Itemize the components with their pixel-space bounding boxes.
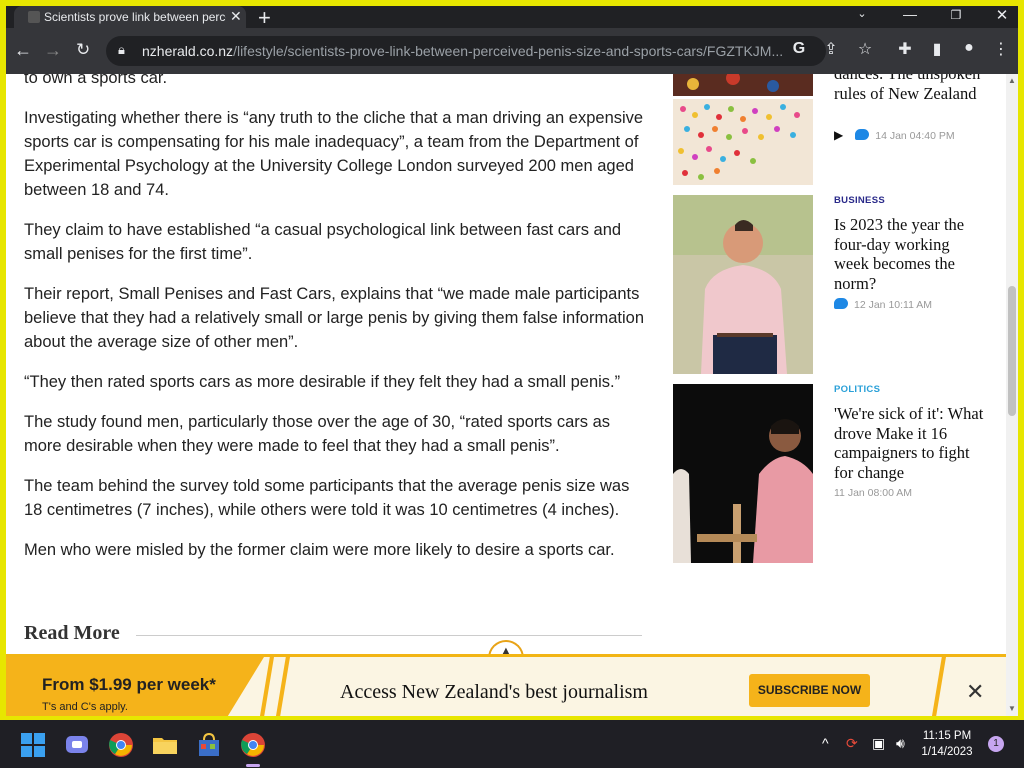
- sidebar-timestamp: 12 Jan 10:11 AM: [854, 299, 933, 311]
- chrome-active-icon[interactable]: [240, 732, 266, 758]
- clock-time: 11:15 PM: [922, 730, 972, 742]
- browser-window: Scientists prove link between perceived …: [6, 6, 1018, 716]
- thumbnail-image[interactable]: [673, 195, 813, 374]
- sidebar-headline[interactable]: Is 2023 the year the four-day working we…: [834, 215, 984, 293]
- browser-toolbar: ← → ↻ 🔒︎ nzherald.co.nz/lifestyle/scient…: [6, 28, 1018, 74]
- banner-pitch: Access New Zealand's best journalism: [340, 681, 648, 703]
- article-paragraph: Men who were misled by the former claim …: [24, 541, 615, 559]
- banner-terms[interactable]: T's and C's apply.: [42, 701, 128, 713]
- extensions-icon[interactable]: ✚: [894, 39, 916, 59]
- article-paragraph: “They then rated sports cars as more des…: [24, 373, 621, 391]
- url-text[interactable]: nzherald.co.nz/lifestyle/scientists-prov…: [142, 43, 782, 59]
- sidebar-headline[interactable]: 'We're sick of it': What drove Make it 1…: [834, 404, 984, 482]
- category-label[interactable]: BUSINESS: [834, 195, 885, 206]
- sidebar-headline[interactable]: dances: The unspoken rules of New Zealan…: [834, 74, 984, 103]
- tab-search-icon[interactable]: ⌄: [842, 7, 882, 20]
- article-body: to own a sports car. Investigating wheth…: [24, 74, 649, 578]
- banner-decoration: [276, 657, 290, 716]
- google-lens-icon[interactable]: G: [788, 40, 810, 58]
- scroll-up-icon[interactable]: ▲: [1008, 76, 1016, 85]
- read-more-section: Read More: [24, 622, 644, 652]
- network-icon[interactable]: ▣: [872, 735, 885, 752]
- article-paragraph: Investigating whether there is “any trut…: [24, 109, 644, 199]
- minimize-icon[interactable]: —: [890, 6, 930, 22]
- tab-strip: Scientists prove link between perceived …: [6, 6, 1018, 30]
- show-hidden-icons[interactable]: ^: [822, 735, 829, 751]
- reload-icon[interactable]: ↻: [76, 40, 90, 60]
- store-app-icon[interactable]: [196, 732, 222, 758]
- notification-badge[interactable]: 1: [988, 736, 1004, 752]
- banner-decoration: [260, 657, 274, 716]
- scrollbar-thumb[interactable]: [1008, 286, 1016, 416]
- tab-title: Scientists prove link between perceived …: [44, 10, 226, 24]
- subscription-banner: From $1.99 per week* T's and C's apply. …: [6, 654, 1006, 716]
- restore-icon[interactable]: ❐: [936, 8, 976, 22]
- category-label[interactable]: POLITICS: [834, 384, 880, 395]
- start-menu-icon[interactable]: [20, 732, 46, 758]
- article-paragraph: The study found men, particularly those …: [24, 413, 611, 455]
- bookmark-star-icon[interactable]: ☆: [854, 39, 876, 59]
- windows-taskbar: ^ ⟳ ▣ 🔊︎ 11:15 PM 1/14/2023 1: [0, 720, 1024, 768]
- scroll-down-icon[interactable]: ▼: [1008, 704, 1016, 713]
- sidebar-timestamp: 11 Jan 08:00 AM: [834, 487, 913, 499]
- forward-icon[interactable]: →: [44, 40, 62, 61]
- url-path: /lifestyle/scientists-prove-link-between…: [233, 43, 782, 59]
- profile-icon[interactable]: ●: [958, 39, 980, 57]
- clock-date: 1/14/2023: [921, 746, 973, 758]
- subscribe-button[interactable]: SUBSCRIBE NOW: [749, 674, 870, 707]
- site-favicon-icon: [28, 11, 40, 23]
- chrome-icon[interactable]: [108, 732, 134, 758]
- url-host: nzherald.co.nz: [142, 43, 234, 59]
- address-bar[interactable]: 🔒︎ nzherald.co.nz/lifestyle/scientists-p…: [106, 36, 826, 66]
- sync-alert-icon[interactable]: ⟳: [846, 735, 858, 752]
- side-panel-icon[interactable]: ▮: [926, 39, 948, 59]
- thumbnail-image[interactable]: [673, 99, 813, 185]
- article-paragraph: to own a sports car.: [24, 74, 168, 87]
- thumbnail-image[interactable]: [673, 74, 813, 96]
- teams-chat-icon[interactable]: [64, 732, 90, 758]
- page-scrollbar[interactable]: ▲ ▼: [1006, 74, 1018, 716]
- browser-tab-active[interactable]: Scientists prove link between perceived …: [14, 6, 246, 28]
- thumbnail-image[interactable]: [673, 384, 813, 563]
- article-paragraph: They claim to have established “a casual…: [24, 221, 622, 263]
- divider: [136, 635, 642, 636]
- play-icon[interactable]: ▶: [834, 128, 843, 142]
- share-icon[interactable]: ⇪: [820, 39, 842, 59]
- file-explorer-icon[interactable]: [152, 732, 178, 758]
- lock-icon[interactable]: 🔒︎: [118, 42, 125, 58]
- comment-icon[interactable]: [855, 129, 870, 140]
- sidebar-meta: ▶ 14 Jan 04:40 PM: [834, 128, 955, 142]
- banner-price: From $1.99 per week*: [42, 675, 216, 694]
- read-more-heading: Read More: [24, 622, 120, 644]
- close-tab-icon[interactable]: ✕: [230, 8, 242, 25]
- back-icon[interactable]: ←: [14, 40, 32, 61]
- active-app-indicator: [246, 764, 260, 767]
- menu-kebab-icon[interactable]: ⋮: [990, 39, 1012, 59]
- article-paragraph: The team behind the survey told some par…: [24, 477, 630, 519]
- sidebar-timestamp: 14 Jan 04:40 PM: [875, 130, 955, 142]
- banner-decoration: [932, 657, 946, 716]
- article-paragraph: Their report, Small Penises and Fast Car…: [24, 285, 644, 351]
- page-viewport: to own a sports car. Investigating wheth…: [6, 74, 1018, 716]
- banner-close-icon[interactable]: ✕: [966, 679, 984, 705]
- system-clock[interactable]: 11:15 PM 1/14/2023: [912, 728, 982, 760]
- comment-icon[interactable]: [834, 298, 848, 309]
- window-close-icon[interactable]: ✕: [982, 6, 1018, 24]
- volume-icon[interactable]: 🔊︎: [896, 735, 905, 752]
- sidebar-meta: 12 Jan 10:11 AM: [834, 298, 932, 311]
